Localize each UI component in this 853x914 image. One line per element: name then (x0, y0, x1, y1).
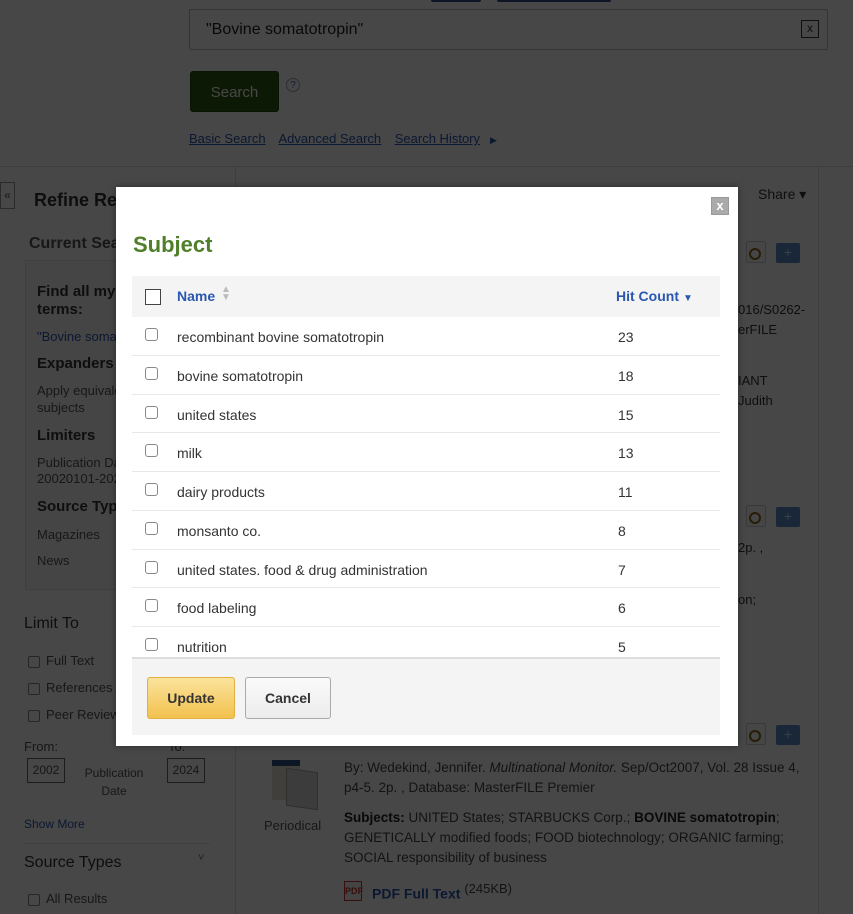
subject-name: food labeling (177, 600, 257, 617)
caret-down-icon: ▼ (682, 293, 693, 304)
subject-name: nutrition (177, 639, 227, 655)
row-checkbox[interactable] (145, 444, 158, 458)
table-row[interactable]: dairy products 11 (132, 472, 720, 511)
table-header: Name ▲ ▼ Hit Count ▼ (132, 276, 720, 317)
table-row[interactable]: monsanto co. 8 (132, 511, 720, 550)
table-row[interactable]: milk 13 (132, 433, 720, 472)
subject-list[interactable]: recombinant bovine somatotropin 23 bovine… (132, 317, 720, 657)
row-checkbox[interactable] (145, 560, 158, 574)
dialog-title: Subject (133, 232, 213, 257)
row-checkbox[interactable] (145, 638, 158, 651)
column-header-label: Hit Count (616, 288, 679, 304)
hit-count: 18 (618, 367, 634, 384)
select-all-checkbox[interactable] (145, 289, 161, 305)
subject-name: monsanto co. (177, 522, 262, 539)
cancel-button[interactable]: Cancel (245, 677, 331, 719)
close-icon[interactable]: x (711, 197, 729, 215)
row-checkbox[interactable] (145, 521, 158, 535)
hit-count: 6 (618, 600, 626, 617)
table-row[interactable]: nutrition 5 (132, 627, 720, 657)
column-header-name[interactable]: Name (177, 288, 215, 304)
hit-count: 7 (618, 561, 626, 578)
row-checkbox[interactable] (145, 405, 158, 419)
subject-name: milk (177, 445, 202, 462)
hit-count: 23 (618, 329, 634, 345)
row-checkbox[interactable] (145, 599, 158, 613)
subject-name: recombinant bovine somatotropin (177, 329, 385, 345)
update-button[interactable]: Update (147, 677, 235, 719)
table-row[interactable]: bovine somatotropin 18 (132, 356, 720, 395)
dialog-footer: Update Cancel (132, 657, 720, 735)
subject-name: bovine somatotropin (177, 367, 304, 384)
column-header-hit-count[interactable]: Hit Count ▼ (616, 288, 693, 304)
hit-count: 15 (618, 406, 634, 423)
subject-dialog: x Subject Name ▲ ▼ Hit Count ▼ recombinant… (116, 187, 738, 746)
row-checkbox[interactable] (145, 328, 158, 341)
hit-count: 5 (618, 639, 626, 655)
hit-count: 13 (618, 445, 634, 462)
subject-name: united states. food & drug administratio… (177, 561, 428, 578)
subject-name: dairy products (177, 484, 265, 500)
subject-name: united states (177, 406, 257, 423)
row-checkbox[interactable] (145, 366, 158, 380)
table-row[interactable]: recombinant bovine somatotropin 23 (132, 317, 720, 356)
hit-count: 11 (618, 484, 633, 500)
table-row[interactable]: united states. food & drug administratio… (132, 550, 720, 589)
table-row[interactable]: united states 15 (132, 395, 720, 434)
table-row[interactable]: food labeling 6 (132, 588, 720, 627)
sort-icon[interactable]: ▲ ▼ (221, 285, 231, 303)
row-checkbox[interactable] (145, 483, 158, 496)
hit-count: 8 (618, 522, 626, 539)
